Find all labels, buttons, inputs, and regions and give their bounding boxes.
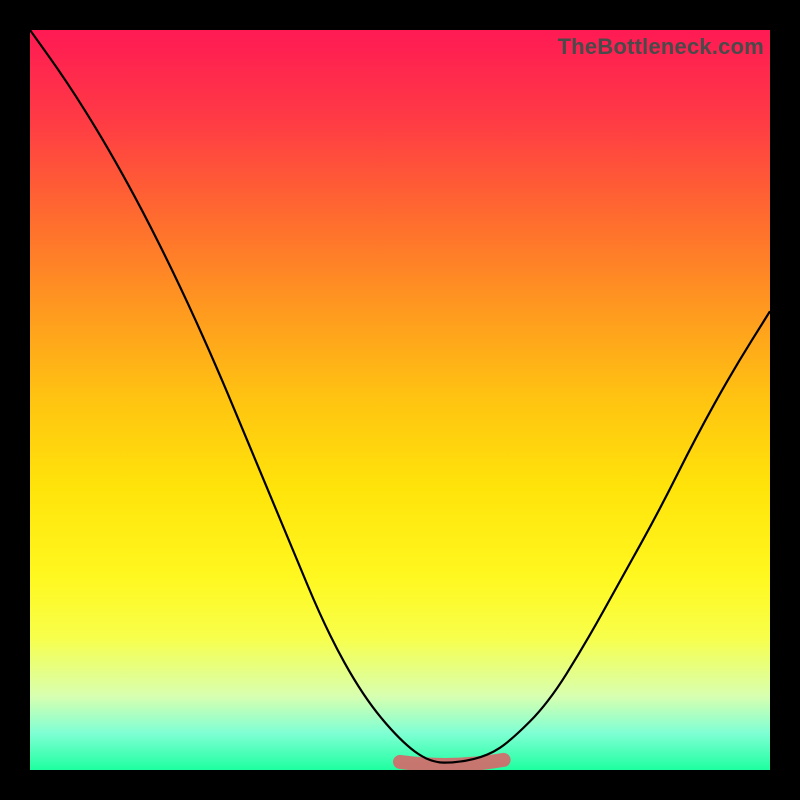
plot-area: TheBottleneck.com bbox=[30, 30, 770, 770]
bottleneck-curve bbox=[30, 30, 770, 763]
chart-svg bbox=[30, 30, 770, 770]
chart-frame: TheBottleneck.com bbox=[0, 0, 800, 800]
